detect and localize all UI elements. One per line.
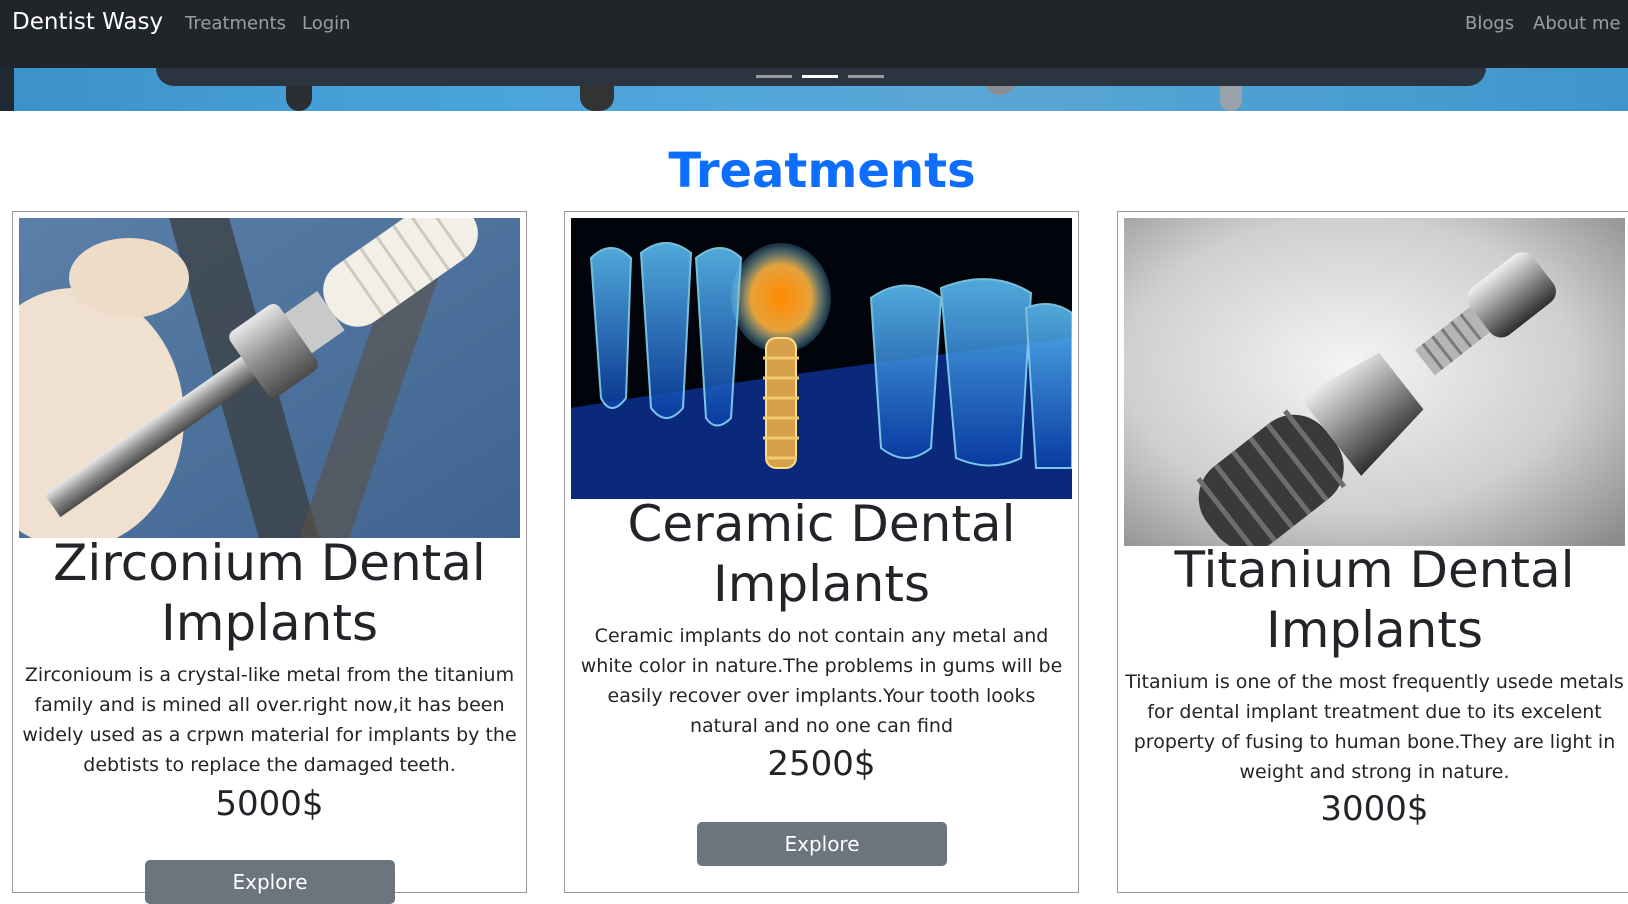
card-text-titanium: Titanium is one of the most frequently u… [1125,671,1624,783]
card-price-zirconium: 5000$ [215,784,324,824]
card-title-titanium: Titanium Dental Implants [1174,541,1575,659]
hero-image-detail [0,68,14,111]
nav-link-treatments[interactable]: Treatments [185,13,286,34]
card-title-zirconium: Zirconium Dental Implants [53,534,486,652]
card-price-ceramic: 2500$ [767,744,876,784]
nav-link-login[interactable]: Login [302,13,351,34]
carousel-caption-bar [156,68,1486,86]
brand-link[interactable]: Dentist Wasy [12,9,163,35]
nav-link-about-me[interactable]: About me [1533,13,1621,34]
ceramic-implant-image [571,218,1072,499]
card-text-zirconium: Zirconioum is a crystal-like metal from … [22,664,517,776]
treatment-card-titanium: Titanium Dental Implants Titanium is one… [1117,211,1628,893]
section-title: Treatments [668,143,976,199]
carousel-indicator-3[interactable] [848,75,884,78]
card-title-ceramic: Ceramic Dental Implants [627,495,1016,613]
explore-button-zirconium[interactable]: Explore [145,860,395,904]
treatment-card-ceramic: Ceramic Dental Implants Ceramic implants… [564,211,1079,893]
carousel-indicator-1[interactable] [756,75,792,78]
explore-button-ceramic[interactable]: Explore [697,822,947,866]
carousel-indicator-2[interactable] [802,75,838,78]
nav-link-blogs[interactable]: Blogs [1465,13,1514,34]
zirconium-implant-image [19,218,520,538]
titanium-implant-image [1124,218,1625,546]
card-text-ceramic: Ceramic implants do not contain any meta… [580,625,1063,737]
hero-carousel [0,68,1628,111]
treatment-card-zirconium: Zirconium Dental Implants Zirconioum is … [12,211,527,904]
card-price-titanium: 3000$ [1320,789,1429,829]
navbar: Dentist Wasy Treatments Login Blogs Abou… [0,0,1628,68]
